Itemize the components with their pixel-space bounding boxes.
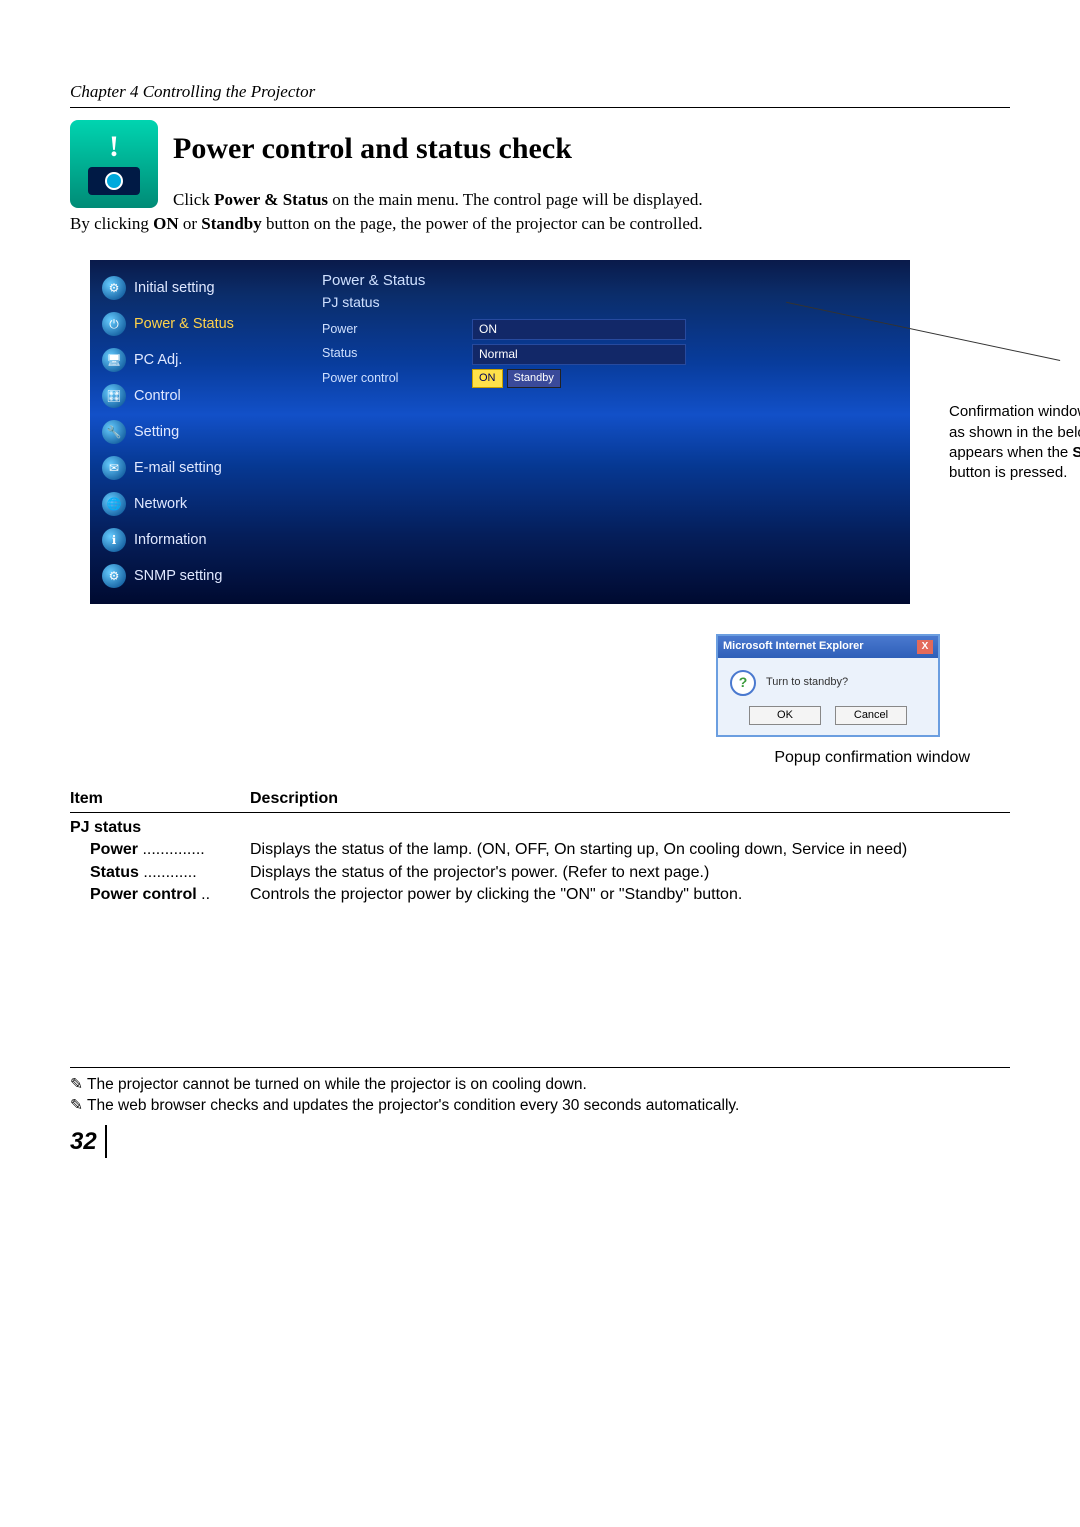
- power-label: Power: [322, 321, 472, 339]
- sidebar-item-snmp-setting[interactable]: ⚙ SNMP setting: [98, 558, 308, 594]
- status-row: Status Normal: [322, 344, 896, 365]
- footnotes: The projector cannot be turned on while …: [70, 1067, 1010, 1117]
- page-number: 32: [70, 1125, 107, 1159]
- sidebar-item-initial-setting[interactable]: ⚙ Initial setting: [98, 270, 308, 306]
- table-header-description: Description: [250, 788, 338, 810]
- table-section: PJ status: [70, 817, 1010, 839]
- globe-icon: 🌐: [102, 492, 126, 516]
- sidebar-item-power-status[interactable]: ⏻ Power & Status: [98, 306, 308, 342]
- monitor-icon: 🖥: [102, 348, 126, 372]
- sidebar-label: E-mail setting: [134, 458, 222, 478]
- ok-button[interactable]: OK: [749, 706, 821, 725]
- description-table: Item Description PJ status Power .......…: [70, 788, 1010, 907]
- power-icon: ⏻: [102, 312, 126, 336]
- status-label: Status: [322, 345, 472, 363]
- table-row: Status ............Displays the status o…: [70, 862, 1010, 884]
- close-icon[interactable]: X: [917, 640, 933, 654]
- alert-camera-icon: !: [70, 120, 158, 208]
- sidebar-item-email-setting[interactable]: ✉ E-mail setting: [98, 450, 308, 486]
- popup-title-text: Microsoft Internet Explorer: [723, 639, 864, 654]
- sidebar-item-pc-adj[interactable]: 🖥 PC Adj.: [98, 342, 308, 378]
- page-title: Power control and status check: [173, 128, 1010, 170]
- wrench-icon: 🔧: [102, 420, 126, 444]
- sidebar-item-information[interactable]: ℹ Information: [98, 522, 308, 558]
- intro-text: Click Power & Status on the main menu. T…: [173, 188, 1010, 212]
- cancel-button[interactable]: Cancel: [835, 706, 907, 725]
- info-icon: ℹ: [102, 528, 126, 552]
- power-value: ON: [472, 319, 686, 340]
- main-panel: Power & Status PJ status Power ON Status…: [316, 260, 910, 604]
- confirmation-popup: Microsoft Internet Explorer X ? Turn to …: [716, 634, 940, 737]
- sidebar-item-setting[interactable]: 🔧 Setting: [98, 414, 308, 450]
- sidebar-label: Control: [134, 386, 181, 406]
- popup-message: Turn to standby?: [766, 675, 848, 690]
- callout-text: Confirmation window as shown in the belo…: [938, 395, 1080, 490]
- power-control-label: Power control: [322, 370, 472, 388]
- power-control-row: Power control ON Standby: [322, 369, 896, 388]
- standby-button[interactable]: Standby: [507, 369, 561, 388]
- sidebar-label: Network: [134, 494, 187, 514]
- on-button[interactable]: ON: [472, 369, 503, 388]
- gear-icon: ⚙: [102, 276, 126, 300]
- table-row: Power control ..Controls the projector p…: [70, 884, 1010, 906]
- table-header-item: Item: [70, 788, 250, 810]
- chapter-header: Chapter 4 Controlling the Projector: [70, 80, 1010, 108]
- question-icon: ?: [730, 670, 756, 696]
- control-icon: 🎛: [102, 384, 126, 408]
- panel-section: PJ status: [322, 293, 896, 313]
- sidebar-item-network[interactable]: 🌐 Network: [98, 486, 308, 522]
- note-2: The web browser checks and updates the p…: [70, 1095, 1010, 1117]
- power-row: Power ON: [322, 319, 896, 340]
- sidebar-label: SNMP setting: [134, 566, 222, 586]
- sidebar-label: PC Adj.: [134, 350, 182, 370]
- title-section: ! Power control and status check Click P…: [70, 120, 1010, 212]
- projector-web-screenshot: ⚙ Initial setting ⏻ Power & Status 🖥 PC Adj…: [90, 260, 910, 604]
- note-1: The projector cannot be turned on while …: [70, 1074, 1010, 1096]
- intro-text-2: By clicking ON or Standby button on the …: [70, 212, 1010, 236]
- sidebar-label: Setting: [134, 422, 179, 442]
- sidebar-item-control[interactable]: 🎛 Control: [98, 378, 308, 414]
- popup-titlebar: Microsoft Internet Explorer X: [718, 636, 938, 657]
- table-row: Power ..............Displays the status …: [70, 839, 1010, 861]
- sidebar: ⚙ Initial setting ⏻ Power & Status 🖥 PC Adj…: [90, 260, 316, 604]
- sidebar-label: Initial setting: [134, 278, 215, 298]
- popup-caption: Popup confirmation window: [774, 747, 970, 769]
- sidebar-label: Information: [134, 530, 207, 550]
- status-value: Normal: [472, 344, 686, 365]
- panel-title: Power & Status: [322, 270, 896, 291]
- snmp-icon: ⚙: [102, 564, 126, 588]
- mail-icon: ✉: [102, 456, 126, 480]
- sidebar-label: Power & Status: [134, 314, 234, 334]
